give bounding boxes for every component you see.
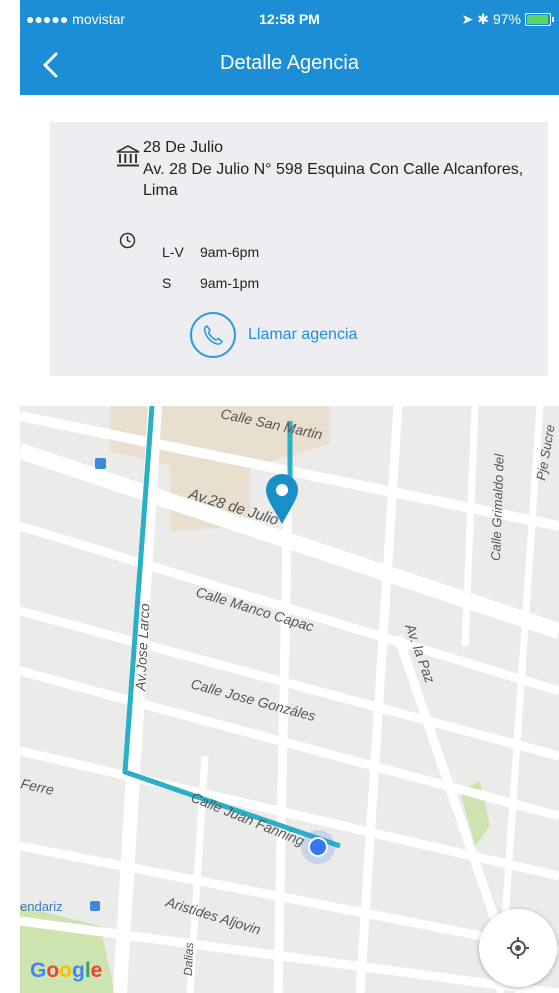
clock-icon bbox=[119, 232, 136, 254]
crosshair-icon bbox=[507, 937, 529, 959]
hours-time-saturday: 9am-1pm bbox=[200, 275, 260, 291]
status-right: ➤ ✱ 97% bbox=[461, 10, 554, 28]
call-agency-button[interactable]: Llamar agencia bbox=[190, 312, 357, 358]
navigation-bar: ●●●●● movistar 12:58 PM ➤ ✱ 97% Detalle … bbox=[20, 0, 559, 95]
call-agency-label[interactable]: Llamar agencia bbox=[248, 326, 357, 344]
agency-card: 28 De Julio Av. 28 De Julio N° 598 Esqui… bbox=[50, 122, 548, 376]
location-arrow-icon: ➤ bbox=[461, 11, 474, 27]
agency-name: 28 De Julio bbox=[143, 139, 224, 156]
hours-day-weekdays: L-V bbox=[162, 244, 184, 260]
phone-icon[interactable] bbox=[190, 312, 236, 358]
battery-icon bbox=[525, 12, 554, 26]
hours-time-weekdays: 9am-6pm bbox=[200, 244, 260, 260]
my-location-button[interactable] bbox=[479, 909, 557, 987]
map-view[interactable]: Calle San Martin Av.28 de Julio Calle Ma… bbox=[20, 406, 559, 993]
phone-screen: ●●●●● movistar 12:58 PM ➤ ✱ 97% Detalle … bbox=[20, 0, 559, 993]
battery-percent: 97% bbox=[492, 11, 521, 27]
street-label-endariz: endariz bbox=[20, 899, 63, 914]
street-label-dalias: Dalias bbox=[181, 942, 196, 976]
agency-address: Av. 28 De Julio N° 598 Esquina Con Calle… bbox=[143, 161, 524, 199]
bank-icon bbox=[116, 144, 140, 173]
google-logo: Google bbox=[30, 959, 103, 982]
hours-day-saturday: S bbox=[162, 275, 172, 291]
page-title: Detalle Agencia bbox=[220, 52, 359, 74]
transit-stop-icon bbox=[95, 458, 106, 469]
transit-stop-icon-2 bbox=[90, 901, 100, 911]
user-location-dot bbox=[301, 830, 335, 864]
bluetooth-icon: ✱ bbox=[477, 11, 489, 27]
